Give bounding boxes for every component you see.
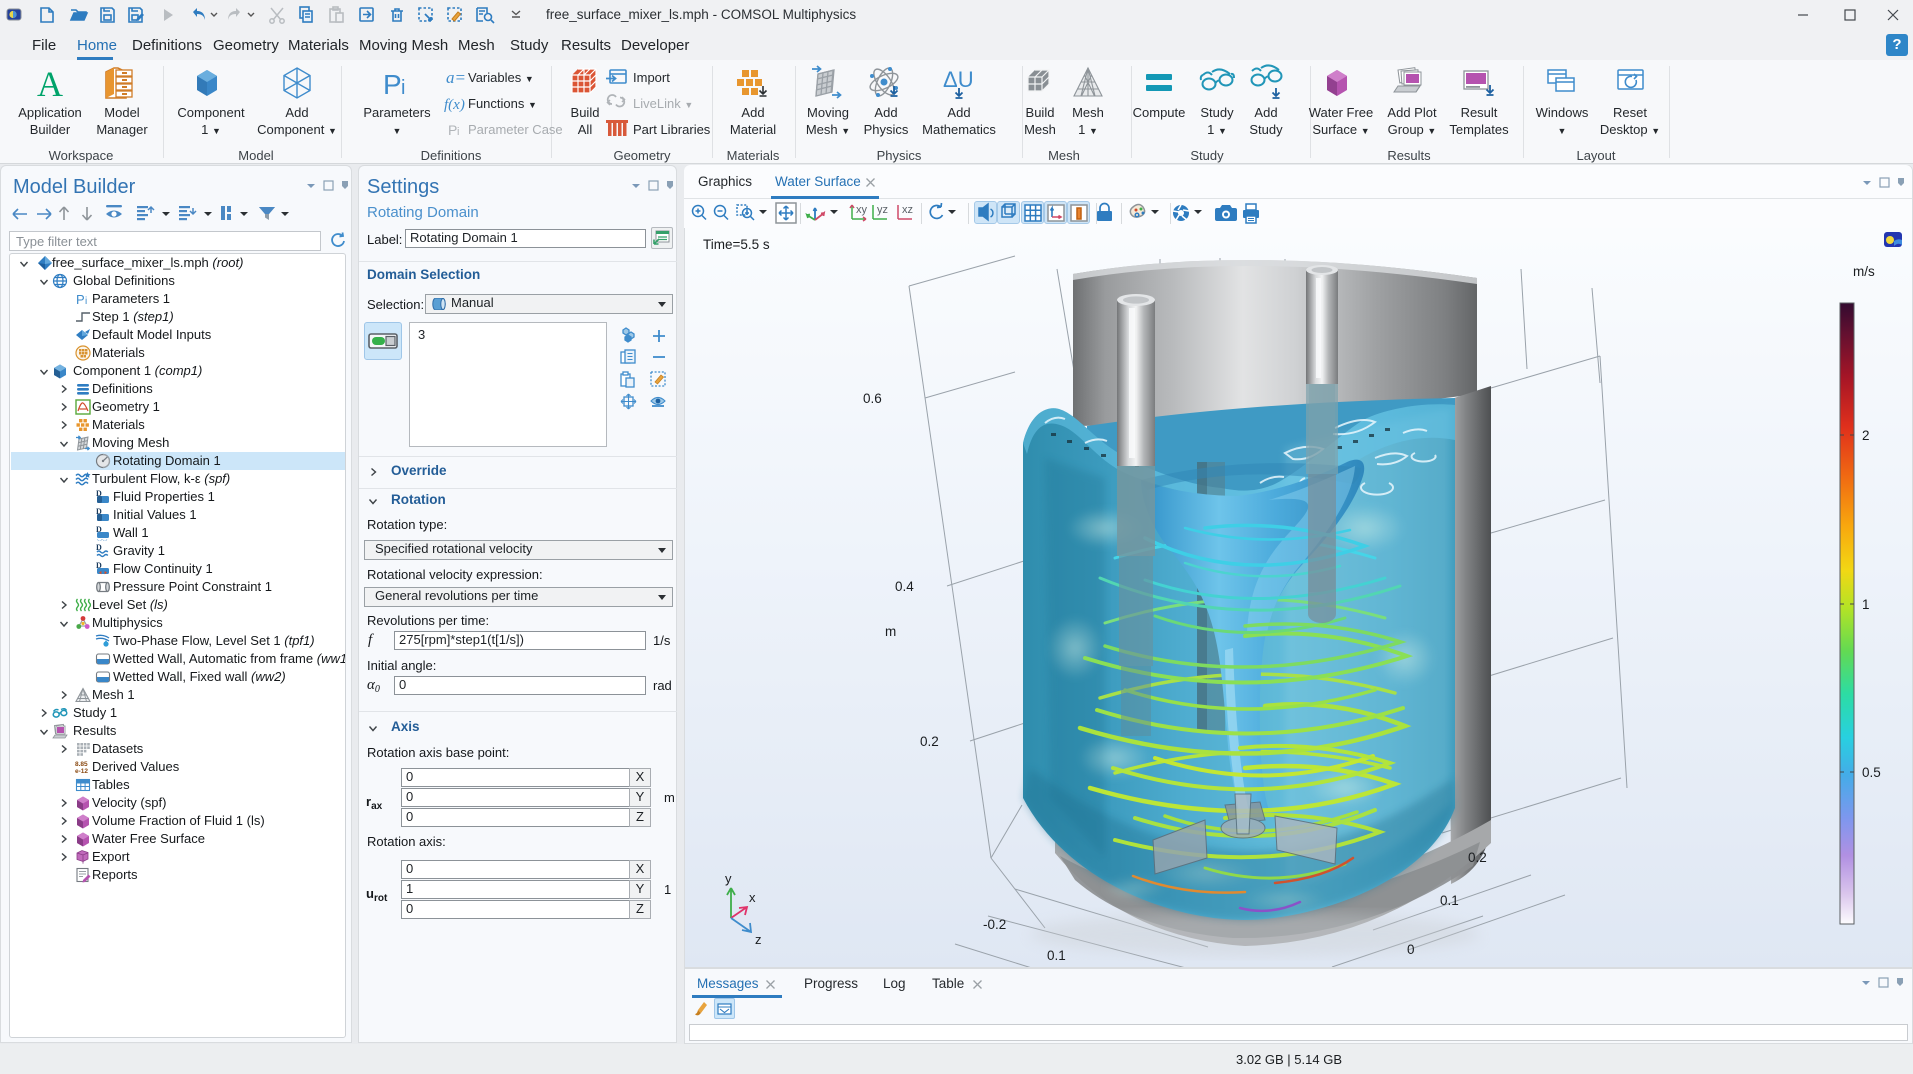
- svg-text:-0.2: -0.2: [983, 917, 1006, 932]
- svg-text:x: x: [749, 890, 756, 905]
- svg-text:0.2: 0.2: [1468, 850, 1487, 865]
- svg-text:yz: yz: [877, 204, 888, 216]
- svg-text:0.4: 0.4: [895, 579, 914, 594]
- svg-text:y: y: [725, 871, 732, 886]
- svg-text:i: i: [457, 126, 459, 138]
- svg-text:0.2: 0.2: [920, 734, 939, 749]
- svg-text:0.1: 0.1: [1047, 948, 1066, 963]
- svg-text:0.6: 0.6: [863, 391, 882, 406]
- svg-text:i: i: [401, 77, 405, 99]
- svg-text:Time=5.5 s: Time=5.5 s: [703, 237, 770, 252]
- svg-text:m: m: [885, 624, 896, 639]
- svg-text:0: 0: [1407, 942, 1415, 957]
- svg-text:0.1: 0.1: [1440, 893, 1459, 908]
- svg-text:P: P: [383, 69, 402, 100]
- svg-text:z: z: [755, 932, 762, 947]
- svg-text:A: A: [37, 64, 63, 104]
- svg-text:xy: xy: [856, 204, 868, 216]
- svg-text:1: 1: [1862, 597, 1870, 612]
- svg-text:xz: xz: [902, 204, 913, 216]
- svg-text:a=: a=: [446, 68, 466, 87]
- svg-text:2: 2: [1862, 428, 1870, 443]
- svg-text:m/s: m/s: [1853, 264, 1875, 279]
- svg-text:f(x): f(x): [444, 97, 465, 113]
- svg-text:0.5: 0.5: [1862, 765, 1881, 780]
- svg-text:P: P: [448, 122, 457, 138]
- svg-text:free_surface_mixer_ls.mph - CO: free_surface_mixer_ls.mph - COMSOL Multi…: [546, 7, 856, 22]
